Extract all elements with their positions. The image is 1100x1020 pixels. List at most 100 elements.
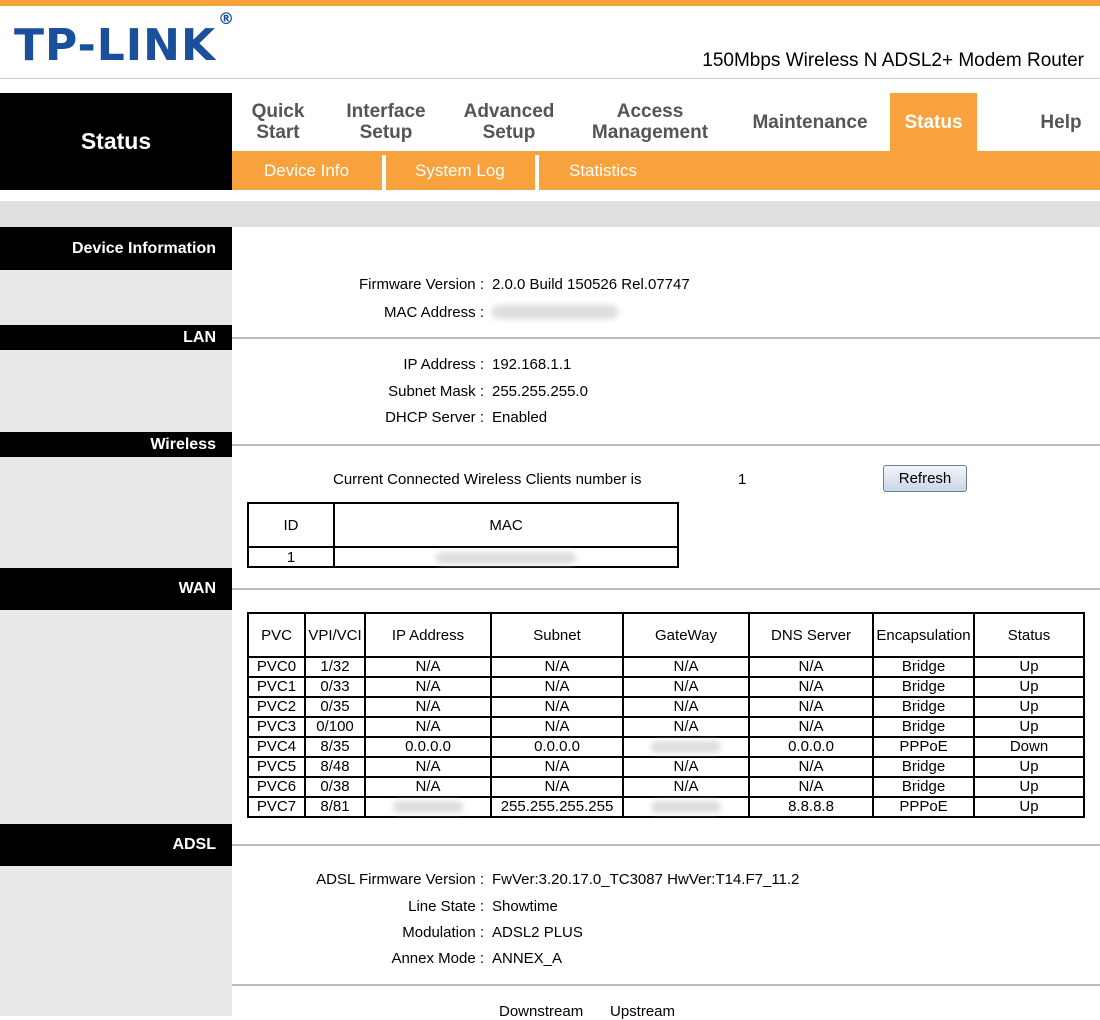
cell-vpi-vci: 0/35	[304, 696, 366, 718]
cell-dns-server: 0.0.0.0	[748, 736, 874, 758]
cell-vpi-vci: 8/48	[304, 756, 366, 778]
cell-ip-address: N/A	[364, 656, 492, 678]
lan-subnet-value: 255.255.255.0	[492, 383, 588, 400]
sub-nav: Device Info System Log Statistics	[232, 151, 1100, 190]
cell-encapsulation: Bridge	[872, 656, 975, 678]
firmware-version-value: 2.0.0 Build 150526 Rel.07747	[492, 276, 690, 293]
cell-dns-server: 8.8.8.8	[748, 796, 874, 818]
cell-pvc: PVC1	[247, 676, 306, 698]
table-row: PVC6 0/38 N/A N/A N/A N/A Bridge Up	[247, 776, 1085, 798]
subnav-system-log[interactable]: System Log	[415, 151, 505, 190]
column-header: PVC	[247, 612, 306, 658]
cell-subnet: 0.0.0.0	[490, 736, 624, 758]
downstream-header: Downstream	[499, 1003, 584, 1020]
column-header: Subnet	[490, 612, 624, 658]
cell-ip-address	[364, 796, 492, 818]
main-nav: Quick Start Interface Setup Advanced Set…	[232, 93, 1100, 151]
cell-status: Up	[973, 796, 1085, 818]
nav-interface-setup[interactable]: Interface Setup	[332, 93, 440, 151]
upstream-header: Upstream	[610, 1003, 676, 1020]
subnav-separator	[382, 155, 386, 190]
annex-mode-value: ANNEX_A	[492, 950, 563, 967]
top-accent-bar	[0, 0, 1100, 6]
cell-subnet: N/A	[490, 696, 624, 718]
cell-encapsulation: Bridge	[872, 776, 975, 798]
cell-ip-address: N/A	[364, 696, 492, 718]
cell-ip-address: N/A	[364, 676, 492, 698]
tp-link-logo: TP-LINK®	[14, 9, 235, 71]
table-row: PVC2 0/35 N/A N/A N/A N/A Bridge Up	[247, 696, 1085, 718]
cell-status: Up	[973, 776, 1085, 798]
logo-text: TP-LINK	[14, 20, 217, 71]
redacted-value	[651, 801, 721, 814]
section-lan: LAN	[0, 325, 232, 350]
cell-gateway	[622, 796, 750, 818]
cell-ip-address: N/A	[364, 716, 492, 738]
content-top-bar	[0, 201, 1100, 227]
refresh-button[interactable]: Refresh	[883, 465, 967, 492]
adsl-firmware-value: FwVer:3.20.17.0_TC3087 HwVer:T14.F7_11.2	[492, 871, 800, 888]
client-id: 1	[247, 546, 335, 568]
cell-subnet: N/A	[490, 656, 624, 678]
nav-advanced-setup[interactable]: Advanced Setup	[454, 93, 564, 151]
section-divider	[232, 588, 1100, 590]
column-header: Status	[973, 612, 1085, 658]
table-row: PVC3 0/100 N/A N/A N/A N/A Bridge Up	[247, 716, 1085, 738]
cell-pvc: PVC6	[247, 776, 306, 798]
cell-pvc: PVC7	[247, 796, 306, 818]
cell-subnet: N/A	[490, 776, 624, 798]
cell-gateway	[622, 736, 750, 758]
table-row: PVC4 8/35 0.0.0.0 0.0.0.0 0.0.0.0 PPPoE Down	[247, 736, 1085, 758]
nav-access-management[interactable]: Access Management	[580, 93, 720, 151]
nav-label: Access Management	[591, 101, 709, 143]
redacted-value	[651, 741, 721, 754]
nav-help[interactable]: Help	[1022, 93, 1100, 151]
cell-vpi-vci: 8/81	[304, 796, 366, 818]
cell-vpi-vci: 0/33	[304, 676, 366, 698]
table-row: PVC5 8/48 N/A N/A N/A N/A Bridge Up	[247, 756, 1085, 778]
cell-ip-address: N/A	[364, 756, 492, 778]
adsl-firmware-label: ADSL Firmware Version :	[316, 871, 484, 888]
cell-encapsulation: Bridge	[872, 756, 975, 778]
cell-status: Up	[973, 716, 1085, 738]
annex-mode-label: Annex Mode :	[391, 950, 484, 967]
cell-encapsulation: PPPoE	[872, 796, 975, 818]
cell-subnet: 255.255.255.255	[490, 796, 624, 818]
section-divider	[232, 444, 1100, 446]
header-divider	[0, 78, 1100, 79]
section-wan: WAN	[0, 568, 232, 610]
cell-vpi-vci: 0/38	[304, 776, 366, 798]
cell-encapsulation: PPPoE	[872, 736, 975, 758]
column-header: IP Address	[364, 612, 492, 658]
column-header-id: ID	[247, 502, 335, 548]
modulation-label: Modulation :	[402, 924, 484, 941]
nav-maintenance[interactable]: Maintenance	[740, 93, 880, 151]
line-state-label: Line State :	[408, 898, 484, 915]
cell-encapsulation: Bridge	[872, 676, 975, 698]
cell-status: Up	[973, 756, 1085, 778]
cell-subnet: N/A	[490, 756, 624, 778]
cell-ip-address: 0.0.0.0	[364, 736, 492, 758]
subnav-statistics[interactable]: Statistics	[569, 151, 637, 190]
registered-mark: ®	[218, 9, 236, 29]
redacted-value	[436, 551, 576, 564]
nav-label: Interface Setup	[346, 101, 426, 143]
cell-gateway: N/A	[622, 656, 750, 678]
nav-status[interactable]: Status	[890, 93, 977, 151]
table-header-row: PVC VPI/VCI IP Address Subnet GateWay DN…	[247, 612, 1085, 658]
subnav-device-info[interactable]: Device Info	[264, 151, 349, 190]
table-row: 1	[247, 546, 679, 568]
nav-quick-start[interactable]: Quick Start	[232, 93, 324, 151]
section-divider	[232, 337, 1100, 339]
line-state-value: Showtime	[492, 898, 558, 915]
lan-subnet-label: Subnet Mask :	[388, 383, 484, 400]
lan-ip-label: IP Address :	[403, 356, 484, 373]
cell-gateway: N/A	[622, 676, 750, 698]
subnav-separator	[535, 155, 539, 190]
cell-vpi-vci: 8/35	[304, 736, 366, 758]
cell-dns-server: N/A	[748, 776, 874, 798]
client-mac-redacted	[333, 546, 679, 568]
nav-label: Maintenance	[752, 111, 868, 133]
section-divider	[232, 984, 1100, 986]
cell-gateway: N/A	[622, 696, 750, 718]
